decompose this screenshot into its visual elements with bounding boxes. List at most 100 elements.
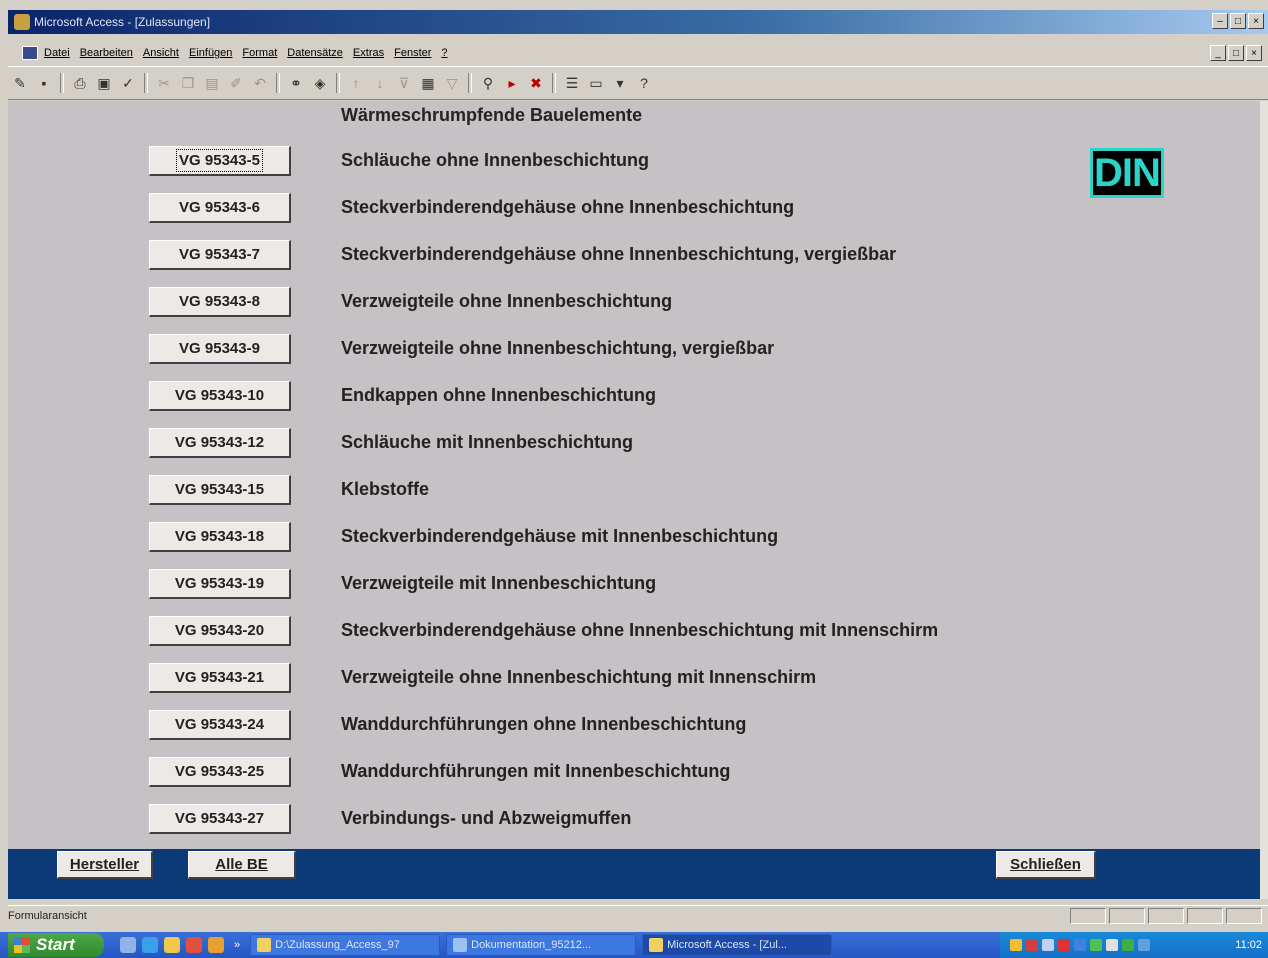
sort-ascending-icon[interactable]: ↑ (347, 74, 365, 92)
window-title: Microsoft Access - [Zulassungen] (34, 15, 211, 29)
menu-ansicht[interactable]: Ansicht (143, 47, 179, 59)
menu-extras[interactable]: Extras (353, 47, 384, 59)
quick-launch (120, 937, 224, 953)
show-desktop-icon[interactable] (120, 937, 136, 953)
tray-icon[interactable] (1026, 939, 1038, 951)
filter-form-icon[interactable]: ▦ (419, 74, 437, 92)
row-label: Steckverbinderendgehäuse ohne Innenbesch… (341, 197, 795, 217)
vg-button[interactable]: VG 95343-21 (149, 663, 291, 693)
window-title-bar[interactable]: Microsoft Access - [Zulassungen] – □ × (8, 10, 1268, 34)
tray-icon[interactable] (1138, 939, 1150, 951)
vg-button[interactable]: VG 95343-9 (149, 334, 291, 364)
vg-button[interactable]: VG 95343-5 (149, 146, 291, 176)
taskbar-item-folder[interactable]: D:\Zulassung_Access_97 (250, 934, 441, 956)
menu-datensaetze[interactable]: Datensätze (287, 47, 343, 59)
print-icon[interactable]: ⎙ (71, 74, 89, 92)
menu-datei[interactable]: Datei (44, 47, 70, 59)
vg-button[interactable]: VG 95343-8 (149, 287, 291, 317)
delete-record-icon[interactable]: ✖ (527, 74, 545, 92)
window-controls: – □ × (1212, 13, 1264, 29)
taskbar-item-access[interactable]: Microsoft Access - [Zul... (642, 934, 833, 956)
properties-icon[interactable]: ☰ (563, 74, 581, 92)
status-text: Formularansicht (8, 910, 87, 922)
copy-icon[interactable]: ❐ (179, 74, 197, 92)
print-preview-icon[interactable]: ▣ (95, 74, 113, 92)
menu-format[interactable]: Format (242, 47, 277, 59)
menu-einfuegen[interactable]: Einfügen (189, 47, 232, 59)
taskbar-item-document[interactable]: Dokumentation_95212... (446, 934, 637, 956)
tray-icon[interactable] (1122, 939, 1134, 951)
apply-filter-icon[interactable]: ▽ (443, 74, 461, 92)
vertical-scrollbar[interactable] (1260, 101, 1268, 899)
mdi-minimize-button[interactable]: _ (1210, 45, 1226, 61)
find-icon[interactable]: ⚲ (479, 74, 497, 92)
toolbar-separator (552, 73, 556, 93)
undo-icon[interactable]: ↶ (251, 74, 269, 92)
tray-icon[interactable] (1090, 939, 1102, 951)
vg-button[interactable]: VG 95343-6 (149, 193, 291, 223)
vg-button[interactable]: VG 95343-15 (149, 475, 291, 505)
maximize-button[interactable]: □ (1230, 13, 1246, 29)
quick-launch-overflow[interactable]: » (234, 939, 240, 951)
vg-button[interactable]: VG 95343-19 (149, 569, 291, 599)
vg-button[interactable]: VG 95343-27 (149, 804, 291, 834)
menu-help[interactable]: ? (441, 47, 447, 59)
status-bar: Formularansicht (8, 905, 1268, 926)
list-item: VG 95343-5 Schläuche ohne Innenbeschicht… (8, 145, 1260, 179)
row-label: Verzweigteile ohne Innenbeschichtung, ve… (341, 338, 775, 358)
vg-button[interactable]: VG 95343-18 (149, 522, 291, 552)
list-item: VG 95343-18 Steckverbinderendgehäuse mit… (8, 521, 1260, 555)
spelling-icon[interactable]: ✓ (119, 74, 137, 92)
design-view-icon[interactable]: ✎ (11, 74, 29, 92)
filter-selection-icon[interactable]: ⊽ (395, 74, 413, 92)
mdi-close-button[interactable]: × (1246, 45, 1262, 61)
web-icon[interactable]: ◈ (311, 74, 329, 92)
program-icon[interactable] (208, 937, 224, 953)
folder-icon[interactable] (164, 937, 180, 953)
tray-icon[interactable] (1106, 939, 1118, 951)
internet-explorer-icon[interactable] (142, 937, 158, 953)
vg-button[interactable]: VG 95343-12 (149, 428, 291, 458)
tray-icon[interactable] (1058, 939, 1070, 951)
vg-button[interactable]: VG 95343-20 (149, 616, 291, 646)
menu-fenster[interactable]: Fenster (394, 47, 431, 59)
close-button[interactable]: × (1248, 13, 1264, 29)
vg-button[interactable]: VG 95343-7 (149, 240, 291, 270)
schliessen-button[interactable]: Schließen (996, 851, 1096, 879)
document-icon (453, 938, 468, 952)
new-record-icon[interactable]: ▸ (503, 74, 521, 92)
tray-icon[interactable] (1042, 939, 1054, 951)
row-label: Steckverbinderendgehäuse mit Innenbeschi… (341, 526, 779, 546)
paste-icon[interactable]: ▤ (203, 74, 221, 92)
hersteller-button[interactable]: Hersteller (57, 851, 153, 879)
help-icon[interactable]: ? (635, 74, 653, 92)
toolbar-separator (276, 73, 280, 93)
minimize-button[interactable]: – (1212, 13, 1228, 29)
form-body: Wärmeschrumpfende Bauelemente DIN VG 953… (8, 101, 1260, 849)
media-icon[interactable] (186, 937, 202, 953)
database-window-icon[interactable]: ▭ (587, 74, 605, 92)
save-icon[interactable]: ▪ (35, 74, 53, 92)
insert-hyperlink-icon[interactable]: ⚭ (287, 74, 305, 92)
start-button[interactable]: Start (8, 933, 104, 957)
taskbar: Start » D:\Zulassung_Access_97 Dokumenta… (0, 932, 1268, 958)
form-footer: Hersteller Alle BE Schließen (8, 849, 1260, 899)
row-label: Verbindungs- und Abzweigmuffen (341, 808, 632, 828)
format-painter-icon[interactable]: ✐ (227, 74, 245, 92)
access-key-icon (14, 14, 30, 30)
cut-icon[interactable]: ✂ (155, 74, 173, 92)
list-item: VG 95343-10 Endkappen ohne Innenbeschich… (8, 380, 1260, 414)
form-document-icon[interactable] (22, 46, 38, 60)
sort-descending-icon[interactable]: ↓ (371, 74, 389, 92)
status-cell (1187, 908, 1223, 924)
tray-icon[interactable] (1010, 939, 1022, 951)
mdi-restore-button[interactable]: □ (1228, 45, 1244, 61)
vg-button[interactable]: VG 95343-24 (149, 710, 291, 740)
alle-be-button[interactable]: Alle BE (188, 851, 296, 879)
list-item: VG 95343-19 Verzweigteile mit Innenbesch… (8, 568, 1260, 602)
tray-icon[interactable] (1074, 939, 1086, 951)
vg-button[interactable]: VG 95343-25 (149, 757, 291, 787)
new-object-icon[interactable]: ▾ (611, 74, 629, 92)
menu-bearbeiten[interactable]: Bearbeiten (80, 47, 133, 59)
vg-button[interactable]: VG 95343-10 (149, 381, 291, 411)
